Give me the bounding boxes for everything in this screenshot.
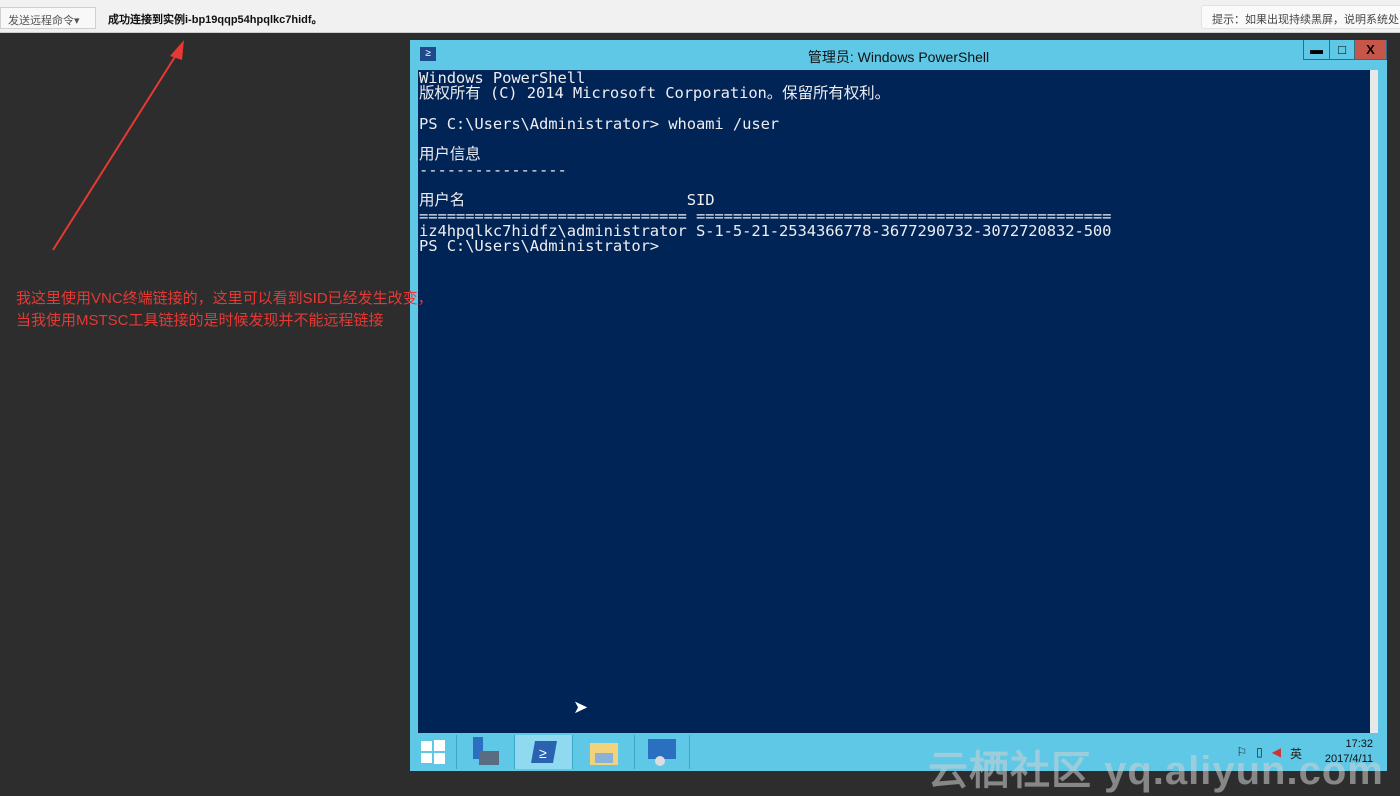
console-line: PS C:\Users\Administrator> <box>419 237 660 256</box>
console-line: 版权所有 (C) 2014 Microsoft Corporation。保留所有… <box>419 84 890 103</box>
console-line: PS C:\Users\Administrator> whoami /user <box>419 114 780 133</box>
control-panel-icon <box>648 739 676 766</box>
console-line: ---------------- <box>419 160 567 179</box>
windows-logo-icon <box>421 740 445 764</box>
folder-icon <box>589 743 618 765</box>
close-button[interactable]: X <box>1354 40 1387 60</box>
scrollbar[interactable] <box>1370 70 1378 733</box>
powershell-taskbar-button[interactable]: ≥ <box>515 735 573 769</box>
start-button[interactable] <box>410 735 457 769</box>
maximize-button[interactable]: □ <box>1329 40 1355 60</box>
title-bar[interactable]: ≥ 管理员: Windows PowerShell ▬ □ X <box>410 40 1387 70</box>
watermark: 云栖社区 yq.aliyun.com <box>928 749 1384 793</box>
svg-text:≥: ≥ <box>539 745 547 761</box>
annotation-note: 我这里使用VNC终端链接的，这里可以看到SID已经发生改变， 当我使用MSTSC… <box>16 288 433 332</box>
annotation-line-1: 我这里使用VNC终端链接的，这里可以看到SID已经发生改变， <box>16 290 433 307</box>
mouse-cursor-icon: ➤ <box>573 697 589 717</box>
server-manager-icon <box>472 737 499 765</box>
powershell-taskbar-icon: ≥ <box>530 741 557 763</box>
file-explorer-taskbar-button[interactable] <box>573 735 635 769</box>
annotation-arrow <box>52 40 184 251</box>
minimize-button[interactable]: ▬ <box>1303 40 1330 60</box>
control-panel-taskbar-button[interactable] <box>635 735 690 769</box>
hint-banner: 提示：如果出现持续黑屏，说明系统处 <box>1201 5 1400 29</box>
server-manager-taskbar-button[interactable] <box>457 735 515 769</box>
console-output[interactable]: Windows PowerShell 版权所有 (C) 2014 Microsof… <box>418 70 1378 733</box>
window-title: 管理员: Windows PowerShell <box>807 49 990 65</box>
powershell-window: ≥ 管理员: Windows PowerShell ▬ □ X Windows … <box>410 40 1387 771</box>
annotation-line-2: 当我使用MSTSC工具链接的是时候发现并不能远程链接 <box>16 312 384 329</box>
